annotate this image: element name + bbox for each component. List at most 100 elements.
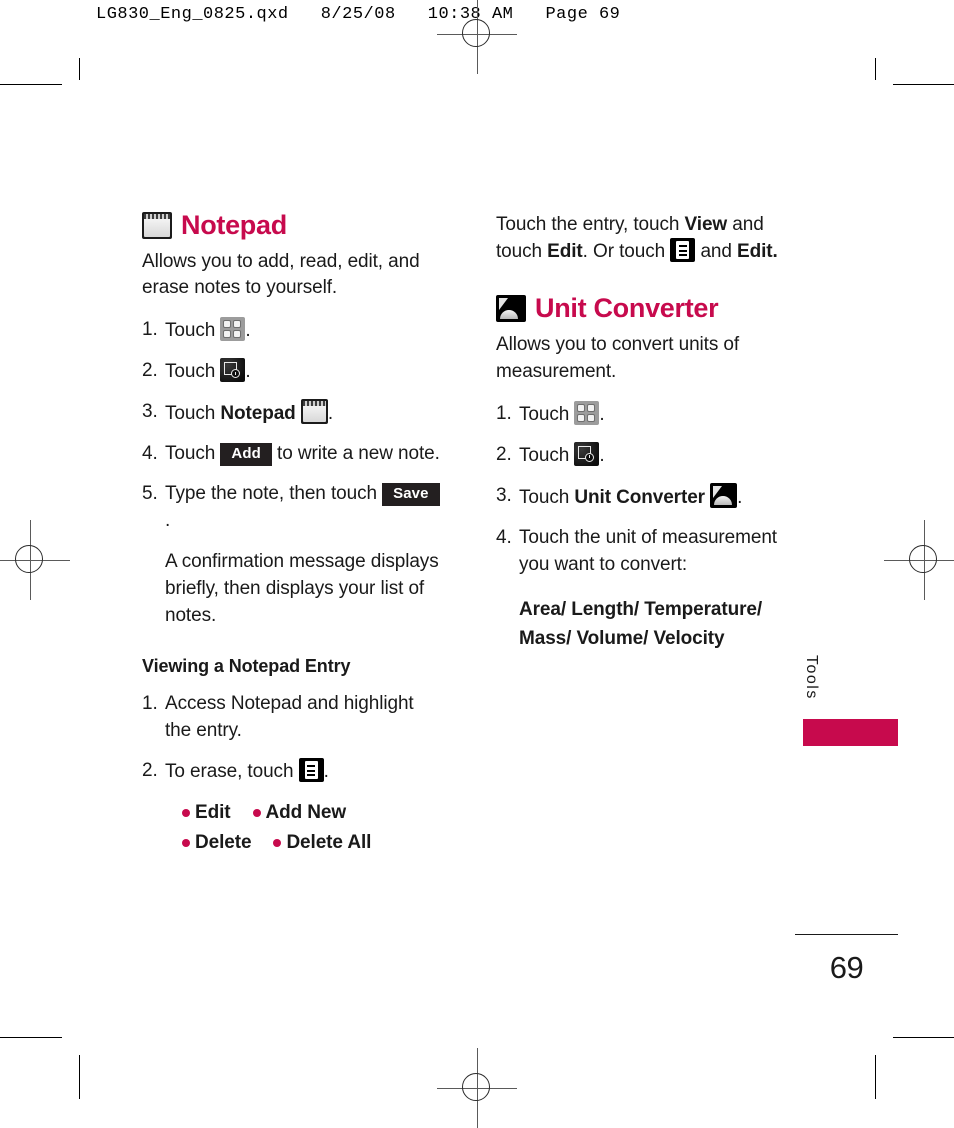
- unit-converter-section-heading: Unit Converter: [496, 295, 806, 323]
- add-key-button[interactable]: Add: [220, 443, 272, 467]
- step-text: Touch .: [165, 317, 442, 345]
- save-key-button[interactable]: Save: [382, 483, 440, 507]
- crop-mark-bottom-left-horizontal: [0, 1037, 62, 1038]
- step-text: Touch Unit Converter .: [519, 482, 806, 512]
- registration-mark-right: [884, 520, 954, 600]
- step-text-post: .: [245, 320, 251, 342]
- step-item: 1. Touch .: [142, 317, 442, 345]
- unit-list-line-2: Mass/ Volume/ Velocity: [519, 627, 725, 649]
- viewing-entry-subheading: Viewing a Notepad Entry: [142, 656, 351, 677]
- step-text-post: .: [165, 510, 171, 532]
- step-bold-term: Unit Converter: [574, 486, 705, 508]
- step-text-pre: To erase, touch: [165, 761, 299, 783]
- notepad-icon: [300, 399, 328, 425]
- step-text-post: .: [323, 761, 329, 783]
- crop-mark-top-left-horizontal: [0, 84, 62, 85]
- option-delete-all[interactable]: Delete All: [273, 832, 371, 854]
- bullet-dot-icon: [182, 839, 190, 848]
- crop-mark-top-right-vertical: [875, 58, 876, 80]
- step-text-pre: Touch: [165, 361, 221, 383]
- option-edit[interactable]: Edit: [182, 802, 231, 824]
- step-item: 5. Type the note, then touch Save.: [142, 481, 442, 535]
- para-text: Touch the entry, touch: [496, 214, 685, 235]
- step-item: 2. Touch .: [142, 358, 442, 386]
- option-label: Edit: [195, 802, 231, 824]
- step-item: 3. Touch Unit Converter .: [496, 482, 806, 512]
- step-number: 2.: [142, 760, 158, 782]
- step-text-pre: Touch: [165, 443, 221, 465]
- step-number: 3.: [496, 484, 512, 506]
- step-number: 1.: [142, 693, 158, 715]
- notepad-confirmation-note: A confirmation message displays briefly,…: [165, 551, 439, 627]
- tools-icon: [574, 441, 600, 466]
- step-number: 2.: [142, 360, 158, 382]
- notepad-intro-text: Allows you to add, read, edit, and erase…: [142, 251, 420, 299]
- step-text-pre: Touch: [519, 444, 575, 466]
- para-text: and: [695, 241, 738, 263]
- para-text: . Or touch: [582, 241, 671, 263]
- registration-mark-left: [0, 520, 70, 600]
- step-item: 2. Touch .: [496, 441, 806, 470]
- step-text: Access Notepad and highlight the entry.: [165, 693, 414, 742]
- unit-converter-icon: [710, 482, 738, 508]
- bullet-dot-icon: [273, 839, 282, 848]
- step-text-pre: Type the note, then touch: [165, 483, 383, 505]
- step-text-pre: Touch: [165, 320, 221, 342]
- grid-menu-icon: [574, 400, 600, 425]
- step-text-post: to write a new note.: [271, 443, 440, 465]
- step-text: Type the note, then touch Save.: [165, 481, 442, 535]
- step-text: Touch the unit of measurement you want t…: [519, 526, 777, 575]
- step-text-post: .: [599, 444, 605, 466]
- print-job-header: LG830_Eng_0825.qxd 8/25/08 10:38 AM Page…: [96, 5, 621, 24]
- side-tab-label: Tools: [803, 655, 820, 700]
- option-label: Delete All: [286, 832, 372, 854]
- unit-list-line-1: Area/ Length/ Temperature/: [519, 598, 763, 620]
- para-bold-view: View: [684, 214, 728, 235]
- step-text: Touch Add to write a new note.: [165, 441, 442, 468]
- list-options-icon: [670, 238, 696, 263]
- page-number: 69: [829, 950, 864, 985]
- option-add-new[interactable]: Add New: [252, 802, 347, 824]
- registration-mark-top: [437, 0, 517, 74]
- option-label: Add New: [265, 802, 347, 824]
- step-text: Touch .: [165, 358, 442, 386]
- tools-icon: [220, 358, 246, 383]
- notepad-icon: [142, 212, 172, 239]
- list-item: Delete Delete All: [182, 832, 442, 854]
- bullet-dot-icon: [182, 809, 190, 818]
- notepad-section-heading: Notepad: [142, 212, 442, 239]
- para-bold-edit: Edit: [547, 241, 583, 263]
- step-text: Touch .: [519, 441, 806, 470]
- crop-mark-bottom-left-vertical: [79, 1055, 80, 1099]
- notepad-continued-paragraph: Touch the entry, touch View and touch Ed…: [496, 212, 806, 265]
- step-number: 4.: [142, 443, 158, 465]
- grid-menu-icon: [220, 317, 246, 342]
- bullet-dot-icon: [252, 809, 261, 818]
- step-number: 2.: [496, 443, 512, 465]
- unit-converter-intro-text: Allows you to convert units of measureme…: [496, 334, 740, 382]
- step-text: To erase, touch .: [165, 758, 442, 786]
- side-tab-tools: Tools: [800, 655, 822, 705]
- side-tab-color-bar: [803, 719, 898, 746]
- step-text-post: .: [599, 403, 605, 425]
- crop-mark-top-right-horizontal: [893, 84, 954, 85]
- step-text: Touch Notepad .: [165, 399, 442, 428]
- unit-converter-icon: [496, 295, 526, 323]
- step-text-post: .: [327, 403, 334, 425]
- option-delete[interactable]: Delete: [182, 832, 252, 854]
- step-item: 4. Touch the unit of measurement you wan…: [496, 525, 806, 579]
- crop-mark-bottom-right-horizontal: [893, 1037, 954, 1038]
- step-bold-term: Notepad: [220, 403, 296, 425]
- step-item: 4. Touch Add to write a new note.: [142, 441, 442, 468]
- list-item: Edit Add New: [182, 802, 442, 824]
- step-text-pre: Touch: [519, 486, 575, 508]
- step-item: 2. To erase, touch .: [142, 758, 442, 786]
- step-number: 3.: [142, 401, 158, 423]
- para-bold-edit-2: Edit.: [737, 241, 778, 263]
- right-column: Touch the entry, touch View and touch Ed…: [496, 212, 806, 666]
- list-options-icon: [298, 758, 324, 783]
- notepad-options-list: Edit Add New Delete Delete All: [182, 802, 442, 854]
- option-label: Delete: [195, 832, 252, 854]
- step-item: 3. Touch Notepad .: [142, 399, 442, 428]
- step-text-post: .: [737, 486, 743, 508]
